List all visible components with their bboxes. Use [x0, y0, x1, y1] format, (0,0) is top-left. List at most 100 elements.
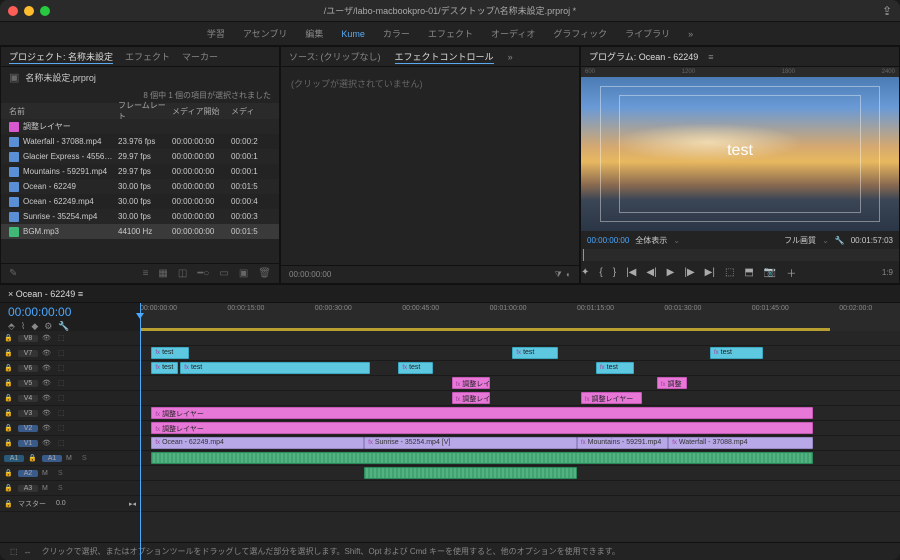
- track-label[interactable]: V2: [18, 425, 38, 432]
- mark-out-icon[interactable]: }: [613, 267, 616, 278]
- track-lane[interactable]: fx調整レイfx調整: [140, 376, 900, 391]
- expand-icon[interactable]: ▸◂: [129, 500, 136, 508]
- video-track-header[interactable]: 🔒 V6 👁 ⬚: [0, 361, 140, 376]
- new-bin-icon[interactable]: ▭: [219, 268, 228, 279]
- eye-icon[interactable]: 👁: [42, 334, 54, 342]
- clip[interactable]: fx調整レイ: [452, 377, 490, 389]
- sync-icon[interactable]: ⬚: [58, 394, 65, 402]
- quality-dropdown[interactable]: フル画質: [784, 235, 816, 246]
- track-label[interactable]: V4: [18, 395, 38, 402]
- track-label[interactable]: A1: [42, 455, 62, 462]
- lock-icon[interactable]: 🔒: [4, 379, 14, 387]
- asset-row[interactable]: Ocean - 62249 30.00 fps 00:00:00:00 00:0…: [1, 179, 279, 194]
- sync-icon[interactable]: ⬚: [58, 334, 65, 342]
- tab-project[interactable]: プロジェクト: 名称未設定: [9, 50, 113, 64]
- a1-patch[interactable]: A1: [4, 455, 24, 462]
- clip[interactable]: fxtest: [180, 362, 370, 374]
- playhead[interactable]: [140, 303, 141, 560]
- clip[interactable]: fxMountains - 59291.mp4: [577, 437, 668, 449]
- lock-icon[interactable]: 🔒: [4, 500, 14, 508]
- ws-color[interactable]: カラー: [383, 27, 410, 40]
- play-icon[interactable]: ▶: [667, 267, 675, 278]
- solo-icon[interactable]: S: [58, 470, 63, 477]
- tool-selection-icon[interactable]: ⬚: [10, 547, 18, 556]
- bin-icon[interactable]: ▣: [9, 71, 19, 84]
- tab-source[interactable]: ソース: (クリップなし): [289, 50, 381, 63]
- track-content[interactable]: fxtestfxtestfxtestfxtestfxtestfxtestfxte…: [140, 331, 900, 542]
- sync-icon[interactable]: ⬚: [58, 364, 65, 372]
- track-lane[interactable]: fx調整レイヤー: [140, 421, 900, 436]
- program-ruler[interactable]: 600 1200 1800 2400: [581, 67, 899, 77]
- icon-view-icon[interactable]: ▦: [158, 268, 167, 279]
- solo-icon[interactable]: S: [58, 485, 63, 492]
- col-media-end[interactable]: メディ: [231, 106, 271, 117]
- mute-icon[interactable]: M: [66, 455, 78, 462]
- track-lane[interactable]: [140, 481, 900, 496]
- track-label[interactable]: V8: [18, 335, 38, 342]
- asset-row[interactable]: Ocean - 62249.mp4 30.00 fps 00:00:00:00 …: [1, 194, 279, 209]
- track-lane[interactable]: [140, 466, 900, 481]
- track-lane[interactable]: fx調整レイfx調整レイヤー: [140, 391, 900, 406]
- tab-markers[interactable]: マーカー: [182, 50, 218, 63]
- lock-icon[interactable]: 🔒: [4, 409, 14, 417]
- eye-icon[interactable]: 👁: [42, 424, 54, 432]
- tool-track-icon[interactable]: ↔: [24, 547, 32, 556]
- audio-track-header[interactable]: 🔒 A3 M S: [0, 481, 140, 496]
- ws-library[interactable]: ライブラリ: [625, 27, 670, 40]
- asset-list[interactable]: 調整レイヤー Waterfall - 37088.mp4 23.976 fps …: [1, 119, 279, 263]
- ws-effects[interactable]: エフェクト: [428, 27, 473, 40]
- program-tc-left[interactable]: 00:00:00:00: [587, 236, 629, 245]
- lock-icon[interactable]: 🔒: [28, 454, 38, 462]
- lock-icon[interactable]: 🔒: [4, 424, 14, 432]
- mute-icon[interactable]: M: [42, 470, 54, 477]
- step-fwd-icon[interactable]: |▶: [684, 267, 694, 278]
- clip[interactable]: [364, 467, 577, 479]
- video-track-header[interactable]: 🔒 V8 👁 ⬚: [0, 331, 140, 346]
- lock-icon[interactable]: 🔒: [4, 484, 14, 492]
- minimize-window[interactable]: [24, 6, 34, 16]
- ws-kume[interactable]: Kume: [341, 29, 365, 39]
- col-media-start[interactable]: メディア開始: [172, 106, 227, 117]
- clip[interactable]: fxOcean - 62249.mp4: [151, 437, 364, 449]
- eye-icon[interactable]: 👁: [42, 394, 54, 402]
- asset-row[interactable]: Mountains - 59291.mp4 29.97 fps 00:00:00…: [1, 164, 279, 179]
- timeline-ruler[interactable]: 00:00:00:0000:00:15:0000:00:30:0000:00:4…: [140, 303, 900, 331]
- video-track-header[interactable]: 🔒 V4 👁 ⬚: [0, 391, 140, 406]
- ws-assembly[interactable]: アセンブリ: [243, 27, 288, 40]
- ws-audio[interactable]: オーディオ: [491, 27, 535, 40]
- clip[interactable]: fxtest: [512, 347, 558, 359]
- track-lane[interactable]: [140, 451, 900, 466]
- video-track-header[interactable]: 🔒 V5 👁 ⬚: [0, 376, 140, 391]
- track-label[interactable]: V1: [18, 440, 38, 447]
- video-track-header[interactable]: 🔒 V3 👁 ⬚: [0, 406, 140, 421]
- sync-icon[interactable]: ⬚: [58, 349, 65, 357]
- timeline-tc[interactable]: 00:00:00:00: [8, 305, 132, 319]
- sync-icon[interactable]: ⬚: [58, 379, 65, 387]
- clip[interactable]: fxtest: [710, 347, 763, 359]
- tab-effects[interactable]: エフェクト: [125, 50, 170, 63]
- sync-icon[interactable]: ⬚: [58, 409, 65, 417]
- lock-icon[interactable]: 🔒: [4, 349, 14, 357]
- track-label[interactable]: V6: [18, 365, 38, 372]
- list-view-icon[interactable]: ≡: [143, 268, 149, 279]
- master-track-header[interactable]: 🔒 マスター 0.0 ▸◂: [0, 496, 140, 512]
- asset-row[interactable]: Glacier Express - 45568.mp4 29.97 fps 00…: [1, 149, 279, 164]
- audio-track-header[interactable]: 🔒 A2 M S: [0, 466, 140, 481]
- export-frame-icon[interactable]: 📷: [764, 267, 776, 278]
- step-back-icon[interactable]: ◀|: [646, 267, 656, 278]
- clip[interactable]: fxSunrise - 35254.mp4 [V]: [364, 437, 577, 449]
- zoom-slider[interactable]: ━○: [197, 268, 209, 279]
- clip[interactable]: fx調整レイヤー: [581, 392, 642, 404]
- sequence-tab[interactable]: × Ocean - 62249 ≡: [8, 289, 83, 299]
- sync-icon[interactable]: ⬚: [58, 424, 65, 432]
- go-out-icon[interactable]: ▶|: [705, 267, 715, 278]
- lock-icon[interactable]: 🔒: [4, 364, 14, 372]
- track-label[interactable]: V5: [18, 380, 38, 387]
- clip[interactable]: [151, 452, 812, 464]
- eye-icon[interactable]: 👁: [42, 379, 54, 387]
- track-label[interactable]: A3: [18, 485, 38, 492]
- eye-icon[interactable]: 👁: [42, 349, 54, 357]
- eye-icon[interactable]: 👁: [42, 364, 54, 372]
- track-label[interactable]: A2: [18, 470, 38, 477]
- tab-overflow-icon[interactable]: »: [508, 52, 513, 62]
